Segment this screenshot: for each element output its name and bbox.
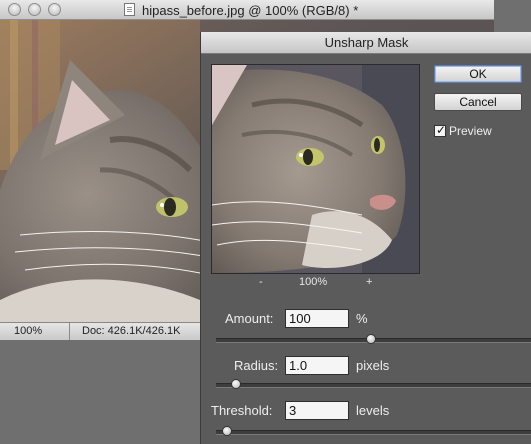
zoom-window-button[interactable] xyxy=(48,3,61,16)
radius-slider-thumb[interactable] xyxy=(231,379,241,389)
radius-input[interactable]: 1.0 xyxy=(285,356,349,375)
close-window-button[interactable] xyxy=(8,3,21,16)
preview-zoom-level: 100% xyxy=(299,276,328,288)
status-zoom-level[interactable]: 100% xyxy=(0,323,70,340)
document-titlebar[interactable]: hipass_before.jpg @ 100% (RGB/8) * xyxy=(0,0,494,20)
radius-unit: pixels xyxy=(356,358,390,373)
radius-slider[interactable] xyxy=(216,383,531,388)
threshold-slider-thumb[interactable] xyxy=(222,426,232,436)
document-title: hipass_before.jpg @ 100% (RGB/8) * xyxy=(142,3,359,18)
ok-button[interactable]: OK xyxy=(434,65,522,83)
minimize-window-button[interactable] xyxy=(28,3,41,16)
threshold-input[interactable]: 3 xyxy=(285,401,349,420)
amount-input[interactable]: 100 xyxy=(285,309,349,328)
filter-preview[interactable] xyxy=(211,64,420,274)
preview-label: Preview xyxy=(449,124,492,138)
threshold-label: Threshold: xyxy=(211,403,273,418)
dialog-title[interactable]: Unsharp Mask xyxy=(201,32,531,54)
radius-label: Radius: xyxy=(234,358,279,373)
preview-checkbox[interactable] xyxy=(434,123,446,137)
cat-preview-image xyxy=(212,65,419,273)
unsharp-mask-dialog: Unsharp Mask - 100% + OK Cancel ✓ Previe… xyxy=(200,32,531,444)
zoom-in-button[interactable]: + xyxy=(366,276,372,288)
status-doc-info[interactable]: Doc: 426.1K/426.1K xyxy=(82,323,180,340)
preview-zoom-controls: - 100% + xyxy=(211,276,418,292)
threshold-slider[interactable] xyxy=(216,430,531,435)
threshold-unit: levels xyxy=(356,403,390,418)
amount-unit: % xyxy=(356,311,368,326)
jpeg-file-icon xyxy=(124,3,135,16)
amount-label: Amount: xyxy=(225,311,274,326)
cancel-button[interactable]: Cancel xyxy=(434,93,522,111)
amount-slider-thumb[interactable] xyxy=(366,334,376,344)
zoom-out-button[interactable]: - xyxy=(259,276,263,288)
